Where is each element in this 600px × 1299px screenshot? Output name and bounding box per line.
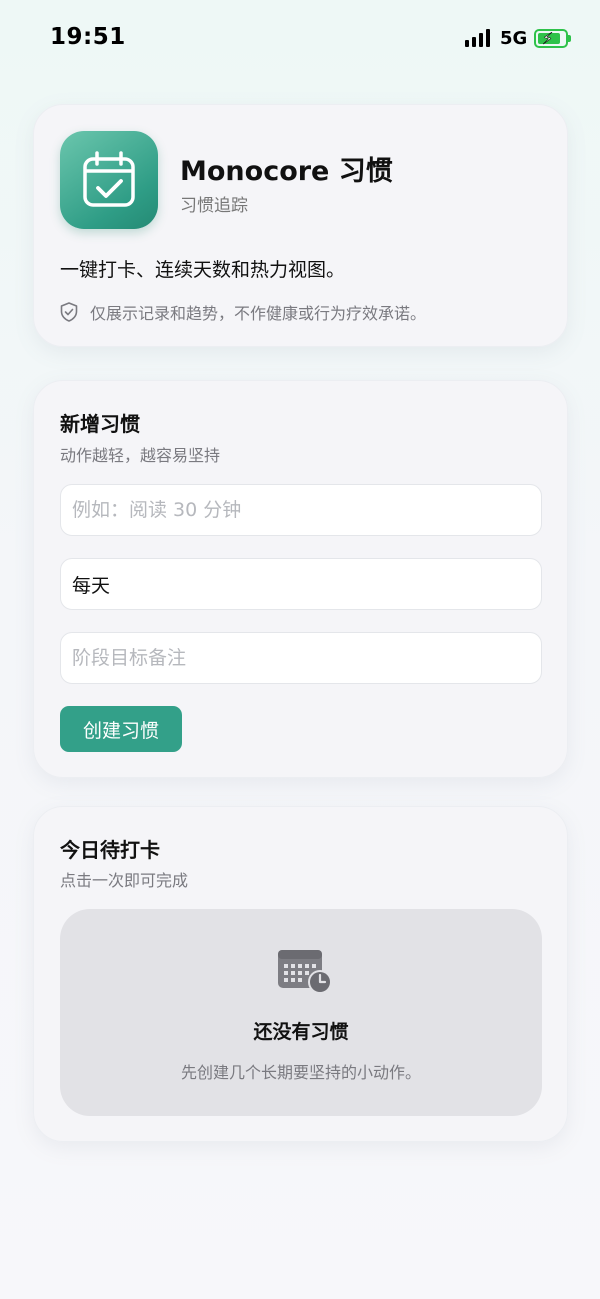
- new-habit-title: 新增习惯: [60, 412, 140, 436]
- frequency-value: 每天: [72, 574, 111, 597]
- battery-cap: [568, 35, 571, 42]
- frequency-select[interactable]: 每天: [60, 558, 542, 610]
- calendar-clock-icon: [278, 950, 332, 994]
- habit-name-input[interactable]: [60, 484, 542, 536]
- shield-check-icon: [60, 302, 78, 322]
- app-info-card: Monocore 习惯 习惯追踪 一键打卡、连续天数和热力视图。 仅展示记录和趋…: [33, 104, 568, 347]
- calendar-check-icon: [60, 131, 158, 229]
- app-description: 一键打卡、连续天数和热力视图。: [60, 259, 346, 281]
- new-habit-card: 新增习惯 动作越轻，越容易坚持 每天 创建习惯: [33, 380, 568, 778]
- status-bar: 19:51 5G ⚡: [0, 0, 600, 78]
- empty-subtitle: 先创建几个长期要坚持的小动作。: [180, 1063, 421, 1082]
- status-time: 19:51: [50, 24, 126, 50]
- today-title: 今日待打卡: [60, 838, 160, 862]
- network-type: 5G: [500, 28, 528, 49]
- today-subtitle: 点击一次即可完成: [60, 871, 189, 890]
- app-title: Monocore 习惯: [180, 156, 393, 187]
- goal-note-input[interactable]: [60, 632, 542, 684]
- app-subtitle: 习惯追踪: [180, 196, 248, 216]
- create-habit-button[interactable]: 创建习惯: [60, 706, 182, 752]
- empty-state: 还没有习惯 先创建几个长期要坚持的小动作。: [60, 909, 542, 1116]
- disclaimer-text: 仅展示记录和趋势，不作健康或行为疗效承诺。: [90, 304, 427, 323]
- signal-bars-icon: [465, 29, 490, 47]
- new-habit-subtitle: 动作越轻，越容易坚持: [60, 446, 221, 465]
- battery-charging-icon: ⚡: [534, 29, 568, 48]
- today-checkin-card: 今日待打卡 点击一次即可完成 还没有习惯 先创建几个长期要坚持的小动作。: [33, 806, 568, 1142]
- empty-title: 还没有习惯: [253, 1021, 349, 1043]
